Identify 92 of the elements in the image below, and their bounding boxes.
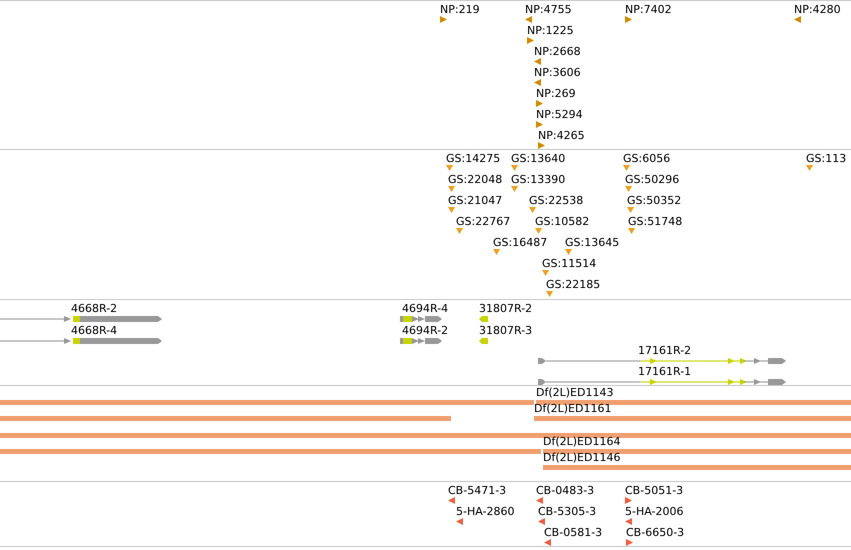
gene-model-drawing[interactable] <box>0 338 162 344</box>
down-triangle-icon[interactable] <box>529 207 536 214</box>
right-triangle-icon[interactable] <box>527 37 534 44</box>
feature-label: GS:51748 <box>628 215 682 228</box>
left-triangle-icon[interactable] <box>794 16 801 23</box>
feature-label: NP:4265 <box>538 129 585 142</box>
down-triangle-icon[interactable] <box>546 291 553 298</box>
feature-label: GS:10582 <box>535 215 590 228</box>
feature-label: GS:113 <box>806 152 846 165</box>
feature-label: CB-6650-3 <box>626 526 684 539</box>
left-triangle-icon[interactable] <box>536 497 543 504</box>
deletion-bar[interactable] <box>536 400 851 405</box>
left-triangle-icon[interactable] <box>448 497 455 504</box>
down-triangle-icon[interactable] <box>448 207 455 214</box>
down-triangle-icon[interactable] <box>806 165 813 172</box>
left-triangle-icon[interactable] <box>525 16 532 23</box>
down-triangle-icon[interactable] <box>535 228 542 235</box>
down-triangle-icon[interactable] <box>446 165 453 172</box>
down-triangle-icon[interactable] <box>456 228 463 235</box>
feature-label: GS:13645 <box>565 236 620 249</box>
feature-label: GS:22048 <box>448 173 502 186</box>
feature-label: CB-5305-3 <box>538 505 596 518</box>
feature-label: 17161R-2 <box>638 344 692 357</box>
feature-label: 4668R-4 <box>71 324 118 337</box>
down-triangle-icon[interactable] <box>623 165 630 172</box>
feature-label: 4668R-2 <box>71 302 118 315</box>
feature-label: NP:4755 <box>525 3 572 16</box>
right-triangle-icon[interactable] <box>626 539 633 546</box>
feature-label: CB-5471-3 <box>448 484 506 497</box>
right-triangle-icon[interactable] <box>625 497 632 504</box>
feature-label: CB-0581-3 <box>544 526 602 539</box>
feature-label: NP:269 <box>536 87 576 100</box>
gene-model-drawing[interactable] <box>479 316 488 322</box>
right-triangle-icon[interactable] <box>625 16 632 23</box>
down-triangle-icon[interactable] <box>627 207 634 214</box>
feature-label: GS:22538 <box>529 194 584 207</box>
feature-label: CB-0483-3 <box>536 484 594 497</box>
right-triangle-icon[interactable] <box>536 100 543 107</box>
left-triangle-icon[interactable] <box>456 518 463 525</box>
feature-label: GS:50296 <box>625 173 680 186</box>
feature-label: GS:22185 <box>546 278 600 291</box>
left-triangle-icon[interactable] <box>544 539 551 546</box>
feature-label: GS:13640 <box>511 152 566 165</box>
feature-label: NP:219 <box>440 3 480 16</box>
feature-label: 5-HA-2860 <box>456 505 514 518</box>
down-triangle-icon[interactable] <box>511 165 518 172</box>
feature-label: NP:4280 <box>794 3 841 16</box>
feature-label: GS:14275 <box>446 152 500 165</box>
feature-label: NP:2668 <box>534 45 581 58</box>
right-triangle-icon[interactable] <box>538 142 545 149</box>
down-triangle-icon[interactable] <box>511 186 518 193</box>
feature-label: Df(2L)ED1143 <box>536 386 614 399</box>
down-triangle-icon[interactable] <box>493 249 500 256</box>
right-triangle-icon[interactable] <box>440 16 447 23</box>
feature-label: 17161R-1 <box>638 365 692 378</box>
gene-model-drawing[interactable] <box>479 338 488 344</box>
feature-label: Df(2L)ED1164 <box>543 435 620 448</box>
feature-label: GS:50352 <box>627 194 682 207</box>
feature-label: 4694R-4 <box>402 302 448 315</box>
feature-label: GS:22767 <box>456 215 510 228</box>
feature-label: Df(2L)ED1161 <box>534 402 612 415</box>
feature-label: 4694R-2 <box>402 324 448 337</box>
feature-label: GS:16487 <box>493 236 548 249</box>
feature-label: 5-HA-2006 <box>625 505 684 518</box>
down-triangle-icon[interactable] <box>542 270 549 277</box>
feature-label: CB-5051-3 <box>625 484 684 497</box>
feature-label: NP:7402 <box>625 3 672 16</box>
gene-model-drawing[interactable] <box>538 379 786 385</box>
gene-model-drawing[interactable] <box>400 316 442 322</box>
deletion-bar[interactable] <box>543 449 851 454</box>
down-triangle-icon[interactable] <box>448 186 455 193</box>
gene-model-drawing[interactable] <box>538 358 786 364</box>
gene-model-drawing[interactable] <box>400 338 442 344</box>
left-triangle-icon[interactable] <box>534 58 541 65</box>
feature-label: GS:11514 <box>542 257 596 270</box>
feature-label: 31807R-3 <box>479 324 532 337</box>
feature-label: NP:1225 <box>527 24 574 37</box>
feature-label: GS:21047 <box>448 194 502 207</box>
feature-label: Df(2L)ED1146 <box>543 451 620 464</box>
left-triangle-icon[interactable] <box>625 518 632 525</box>
down-triangle-icon[interactable] <box>565 249 572 256</box>
gene-model-drawing[interactable] <box>0 316 162 322</box>
down-triangle-icon[interactable] <box>628 228 635 235</box>
feature-label: NP:3606 <box>534 66 581 79</box>
feature-label: GS:6056 <box>623 152 670 165</box>
feature-label: 31807R-2 <box>479 302 532 315</box>
feature-label: GS:13390 <box>511 173 566 186</box>
feature-label: NP:5294 <box>536 108 583 121</box>
right-triangle-icon[interactable] <box>536 121 543 128</box>
left-triangle-icon[interactable] <box>534 79 541 86</box>
down-triangle-icon[interactable] <box>625 186 632 193</box>
left-triangle-icon[interactable] <box>538 518 545 525</box>
